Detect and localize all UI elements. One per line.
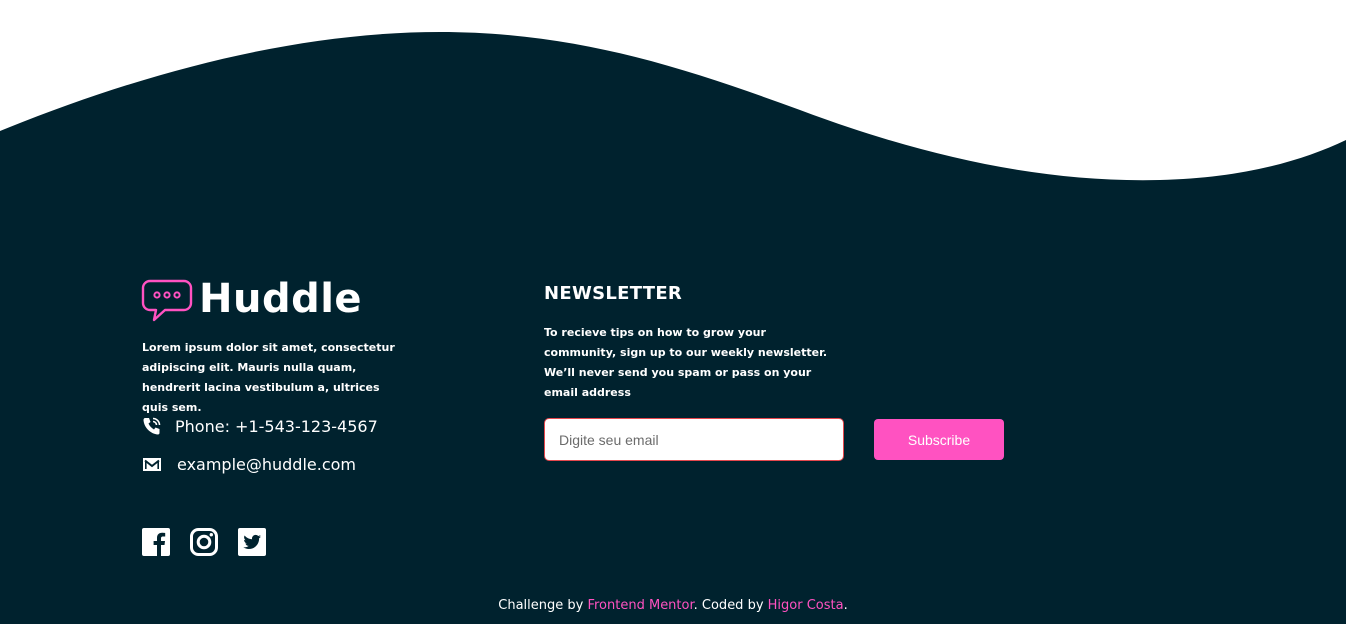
credits-middle: . Coded by xyxy=(693,598,768,613)
brand-name: Huddle xyxy=(199,276,363,322)
author-link[interactable]: Higor Costa xyxy=(768,598,844,613)
footer-page: Huddle Lorem ipsum dolor sit amet, conse… xyxy=(0,0,1346,624)
chat-bubble-icon xyxy=(141,279,193,322)
email-text: example@huddle.com xyxy=(177,454,357,474)
instagram-icon[interactable] xyxy=(189,527,219,557)
subscribe-button[interactable]: Subscribe xyxy=(874,419,1004,460)
contact-email[interactable]: example@huddle.com xyxy=(142,454,356,474)
mail-icon xyxy=(143,458,161,471)
twitter-icon[interactable] xyxy=(237,527,267,557)
facebook-icon[interactable] xyxy=(141,527,171,557)
brand-description: Lorem ipsum dolor sit amet, consectetur … xyxy=(142,341,395,414)
newsletter-title: NEWSLETTER xyxy=(544,283,683,304)
credits: Challenge by Frontend Mentor. Coded by H… xyxy=(0,598,1346,613)
phone-icon xyxy=(143,417,161,435)
social-links xyxy=(141,527,285,557)
newsletter-description: To recieve tips on how to grow your comm… xyxy=(544,326,828,399)
credits-prefix: Challenge by xyxy=(498,598,588,613)
email-field[interactable] xyxy=(544,418,844,461)
contact-phone[interactable]: Phone: +1-543-123-4567 xyxy=(142,416,378,436)
brand-logo[interactable]: Huddle xyxy=(141,274,362,324)
phone-text: Phone: +1-543-123-4567 xyxy=(175,416,378,436)
frontend-mentor-link[interactable]: Frontend Mentor xyxy=(587,598,693,613)
credits-suffix: . xyxy=(843,598,848,613)
